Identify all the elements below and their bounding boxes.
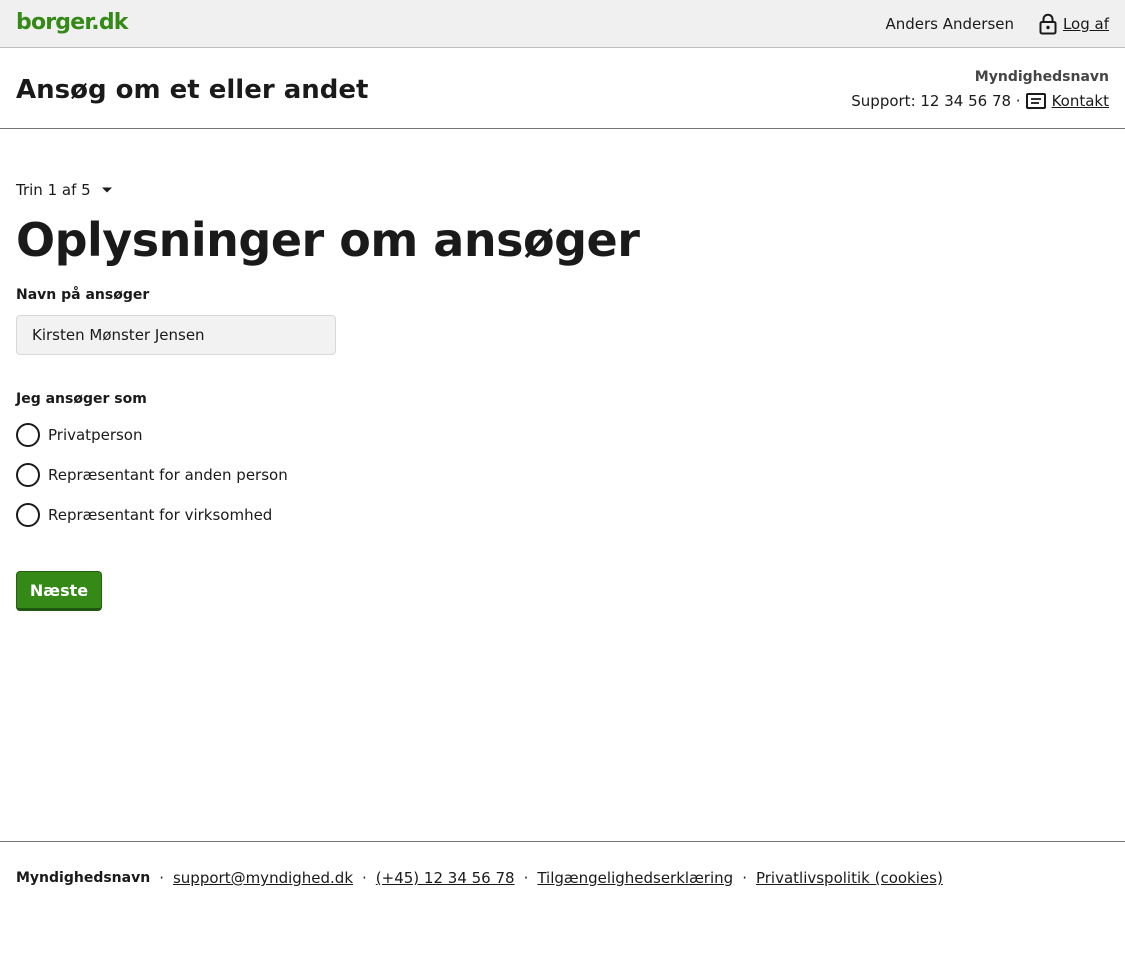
page-title: Oplysninger om ansøger	[16, 213, 640, 267]
solution-header: Ansøg om et eller andet Myndighedsnavn S…	[0, 48, 1125, 129]
applicant-name-input[interactable]	[16, 315, 336, 355]
footer-org-name: Myndighedsnavn	[16, 870, 151, 886]
radio-label: Repræsentant for anden person	[48, 466, 288, 484]
support-phone-text: Support: 12 34 56 78 ·	[851, 92, 1021, 110]
radio-option-representative-company[interactable]: Repræsentant for virksomhed	[16, 502, 272, 528]
radio-button-icon[interactable]	[16, 503, 40, 527]
solution-title: Ansøg om et eller andet	[16, 75, 369, 105]
next-button[interactable]: Næste	[16, 571, 102, 611]
step-indicator-label: Trin 1 af 5	[16, 181, 91, 199]
authority-name: Myndighedsnavn	[974, 69, 1109, 85]
radio-label: Privatperson	[48, 426, 143, 444]
footer-link-privacy[interactable]: Privatlivspolitik (cookies)	[756, 867, 943, 889]
footer-separator: ·	[362, 869, 367, 887]
logout-link[interactable]: Log af	[1039, 12, 1109, 36]
footer-link-accessibility[interactable]: Tilgængelighedserklæring	[537, 867, 733, 889]
radio-button-icon[interactable]	[16, 423, 40, 447]
footer-link-phone[interactable]: (+45) 12 34 56 78	[376, 867, 515, 889]
applicant-type-legend: Jeg ansøger som	[16, 391, 147, 407]
radio-option-privatperson[interactable]: Privatperson	[16, 422, 142, 448]
applicant-name-label: Navn på ansøger	[16, 287, 150, 303]
footer-link-email[interactable]: support@myndighed.dk	[173, 867, 353, 889]
support-line: Support: 12 34 56 78 · Kontakt	[851, 90, 1109, 112]
footer: Myndighedsnavn · support@myndighed.dk · …	[0, 841, 1125, 961]
footer-separator: ·	[742, 869, 747, 887]
footer-row: Myndighedsnavn · support@myndighed.dk · …	[16, 867, 943, 889]
radio-label: Repræsentant for virksomhed	[48, 506, 273, 524]
footer-separator: ·	[523, 869, 529, 887]
borger-dk-logo[interactable]: borger.dk	[16, 9, 128, 37]
user-name: Anders Andersen	[885, 15, 1014, 33]
step-indicator-toggle[interactable]: Trin 1 af 5	[16, 180, 113, 200]
lock-icon	[1039, 13, 1057, 35]
logout-label: Log af	[1062, 15, 1109, 33]
contact-link[interactable]: Kontakt	[1025, 92, 1109, 110]
radio-option-representative-person[interactable]: Repræsentant for anden person	[16, 462, 288, 488]
footer-separator: ·	[159, 869, 164, 887]
caret-down-icon	[101, 187, 112, 193]
contact-label: Kontakt	[1051, 92, 1109, 110]
radio-button-icon[interactable]	[16, 463, 40, 487]
portal-header: borger.dk Anders Andersen Log af	[0, 0, 1125, 48]
message-icon	[1025, 93, 1046, 109]
